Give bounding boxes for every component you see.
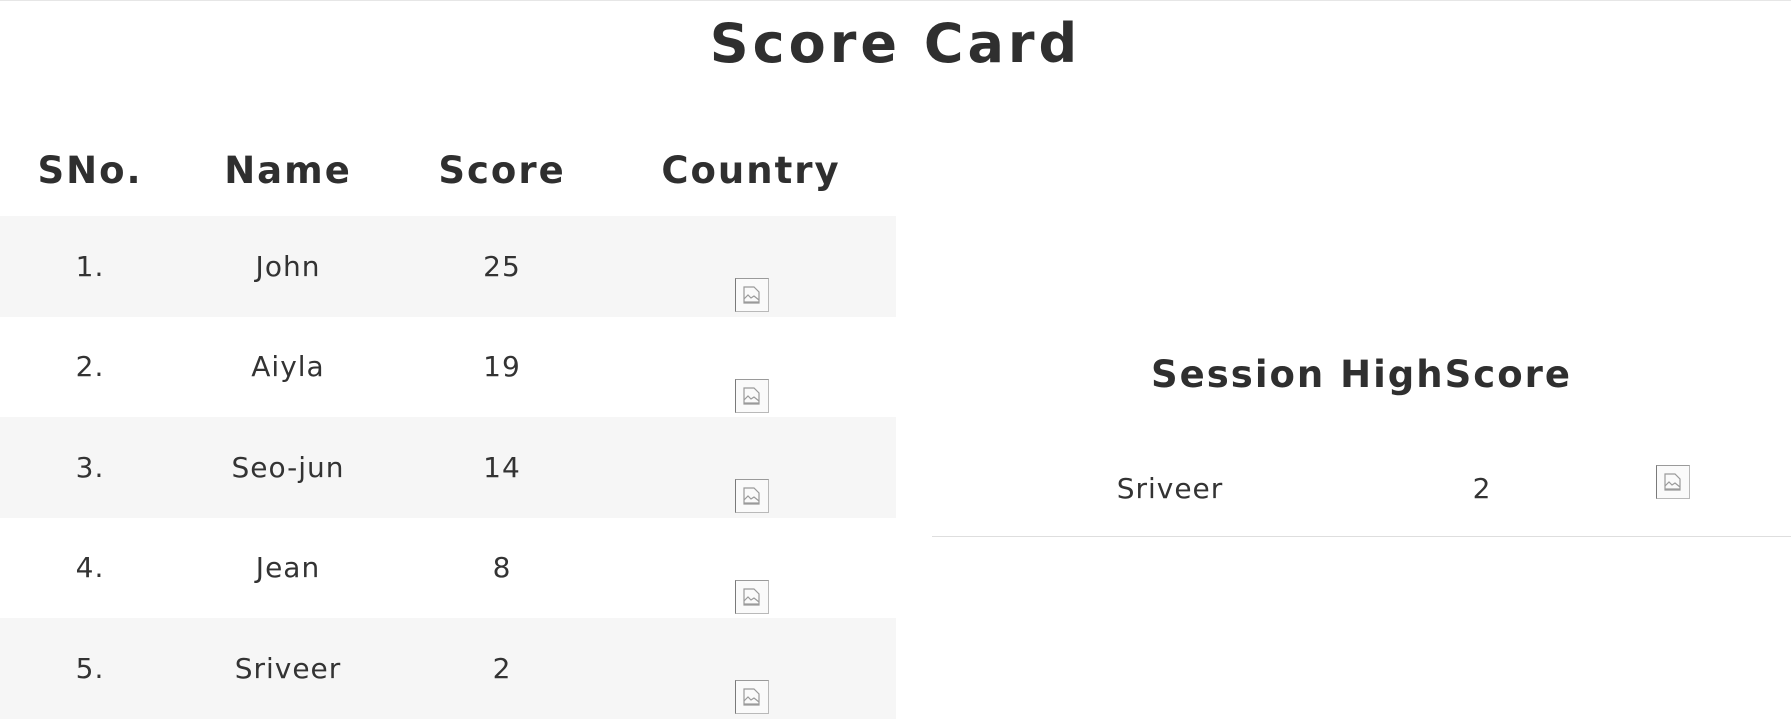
table-row: 1. John 25 (0, 216, 896, 317)
row-sno: 5. (75, 651, 105, 685)
row-score: 2 (492, 651, 512, 685)
page-title: Score Card (709, 12, 1082, 75)
row-sno: 2. (75, 350, 105, 384)
table-row: 2. Aiyla 19 (0, 317, 896, 418)
session-highscore-title: Session HighScore (1151, 353, 1572, 396)
country-flag-broken-image-icon (735, 479, 769, 514)
row-name: Seo-jun (231, 450, 345, 484)
row-sno: 4. (75, 551, 105, 585)
country-flag-broken-image-icon (735, 680, 769, 715)
table-row: 3. Seo-jun 14 (0, 417, 896, 518)
row-sno: 1. (75, 249, 105, 283)
table-row: 5. Sriveer 2 (0, 618, 896, 719)
country-flag-broken-image-icon (735, 378, 769, 413)
row-score: 14 (483, 450, 521, 484)
row-score: 19 (483, 350, 521, 384)
country-flag-broken-image-icon (735, 579, 769, 614)
table-header: SNo. Name Score Country (0, 124, 896, 216)
session-score: 2 (1472, 472, 1492, 505)
top-divider (0, 0, 1791, 1)
session-name: Sriveer (1116, 472, 1224, 505)
header-score: Score (438, 148, 566, 192)
row-score: 8 (492, 551, 512, 585)
session-country-flag-broken-image-icon (1656, 465, 1690, 499)
row-name: Aiyla (251, 350, 325, 384)
row-name: Sriveer (234, 651, 342, 685)
row-sno: 3. (75, 450, 105, 484)
header-sno: SNo. (37, 148, 143, 192)
table-row: 4. Jean 8 (0, 518, 896, 619)
header-name: Name (224, 148, 352, 192)
row-score: 25 (483, 249, 521, 283)
country-flag-broken-image-icon (735, 278, 769, 313)
row-name: John (255, 249, 321, 283)
header-country: Country (661, 148, 841, 192)
row-name: Jean (255, 551, 321, 585)
session-highscore-row: Sriveer 2 (932, 448, 1791, 537)
score-table: SNo. Name Score Country 1. John 25 2. Ai… (0, 124, 896, 719)
